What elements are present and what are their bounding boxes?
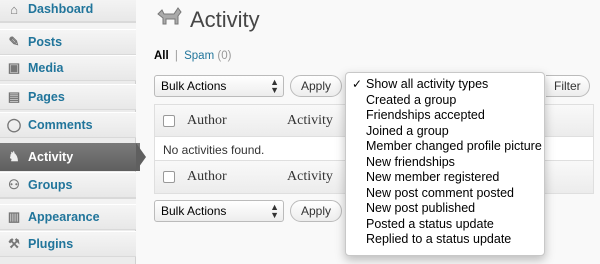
bulk-actions-select-top[interactable]: Bulk Actions ▲ ▼ (154, 75, 284, 97)
dropdown-option[interactable]: Show all activity types (346, 77, 544, 93)
column-activity-footer[interactable]: Activity (287, 169, 333, 185)
sidebar-item-media[interactable]: ▣ Media (0, 55, 136, 81)
filter-separator: | (174, 50, 178, 62)
bulk-actions-value: Bulk Actions (161, 204, 227, 218)
page-title: Activity (190, 7, 260, 32)
sidebar-item-label: Appearance (28, 210, 100, 224)
apply-button-top[interactable]: Apply (290, 75, 343, 97)
sidebar-item-pages[interactable]: ▤ Pages (0, 84, 136, 110)
dropdown-option[interactable]: New post comment posted (346, 186, 544, 202)
dropdown-option[interactable]: New friendships (346, 155, 544, 171)
sidebar-item-groups[interactable]: ⚇ Groups (0, 172, 136, 198)
dropdown-option[interactable]: Member changed profile picture (346, 139, 544, 155)
sidebar-item-label: Activity (28, 150, 74, 164)
dropdown-option[interactable]: Posted a status update (346, 217, 544, 233)
activity-icon: ♞ (8, 149, 20, 164)
status-filter-links: All | Spam (0) (154, 50, 231, 62)
sidebar-item-posts[interactable]: ✎ Posts (0, 29, 136, 55)
apply-button-bottom[interactable]: Apply (290, 200, 343, 222)
dropdown-option[interactable]: New member registered (346, 170, 544, 186)
sidebar-item-plugins[interactable]: ⚒ Plugins (0, 231, 136, 257)
column-author[interactable]: Author (187, 113, 227, 129)
column-author-footer[interactable]: Author (187, 169, 227, 185)
sidebar-item-appearance[interactable]: ▥ Appearance (0, 204, 136, 230)
sidebar-item-label: Dashboard (28, 2, 94, 16)
sidebar-item-activity[interactable]: ♞ Activity (0, 143, 140, 171)
dropdown-option[interactable]: Joined a group (346, 124, 544, 140)
sidebar-item-comments[interactable]: ◯ Comments (0, 112, 136, 138)
sidebar-item-dashboard[interactable]: ⌂ Dashboard (0, 0, 136, 22)
appearance-icon: ▥ (7, 209, 21, 224)
sidebar-item-label: Comments (28, 118, 93, 132)
groups-icon: ⚇ (8, 177, 20, 192)
activity-page-icon (154, 4, 182, 32)
comments-icon: ◯ (6, 117, 22, 132)
select-arrows-icon: ▲ ▼ (270, 202, 279, 220)
media-icon: ▣ (7, 60, 21, 75)
spam-count: (0) (217, 50, 232, 62)
plugins-icon: ⚒ (8, 236, 20, 251)
pages-icon: ▤ (7, 89, 21, 104)
dropdown-option[interactable]: New post published (346, 201, 544, 217)
dropdown-option[interactable]: Created a group (346, 93, 544, 109)
sidebar-item-label: Pages (28, 90, 65, 104)
sidebar-item-label: Posts (28, 35, 63, 49)
admin-sidebar: ⌂ Dashboard ✎ Posts ▣ Media ▤ Pages ◯ Co… (0, 0, 140, 264)
sidebar-item-label: Groups (28, 178, 73, 192)
activity-type-dropdown[interactable]: Show all activity types Created a group … (345, 72, 545, 256)
active-menu-arrow (136, 143, 146, 171)
dropdown-option[interactable]: Replied to a status update (346, 232, 544, 248)
sidebar-item-label: Media (28, 61, 64, 75)
bulk-actions-value: Bulk Actions (161, 79, 227, 93)
column-activity[interactable]: Activity (287, 113, 333, 129)
bulk-actions-select-bottom[interactable]: Bulk Actions ▲ ▼ (154, 200, 284, 222)
dropdown-option[interactable]: Friendships accepted (346, 108, 544, 124)
sidebar-item-label: Plugins (28, 237, 74, 251)
select-arrows-icon: ▲ ▼ (270, 77, 279, 95)
pushpin-icon: ✎ (8, 34, 20, 49)
filter-spam-link[interactable]: Spam (184, 50, 214, 62)
select-all-checkbox-footer[interactable] (163, 171, 175, 183)
select-all-checkbox[interactable] (163, 115, 175, 127)
filter-all-link[interactable]: All (154, 50, 169, 62)
filter-button[interactable]: Filter (546, 75, 590, 97)
dashboard-icon: ⌂ (10, 1, 18, 17)
